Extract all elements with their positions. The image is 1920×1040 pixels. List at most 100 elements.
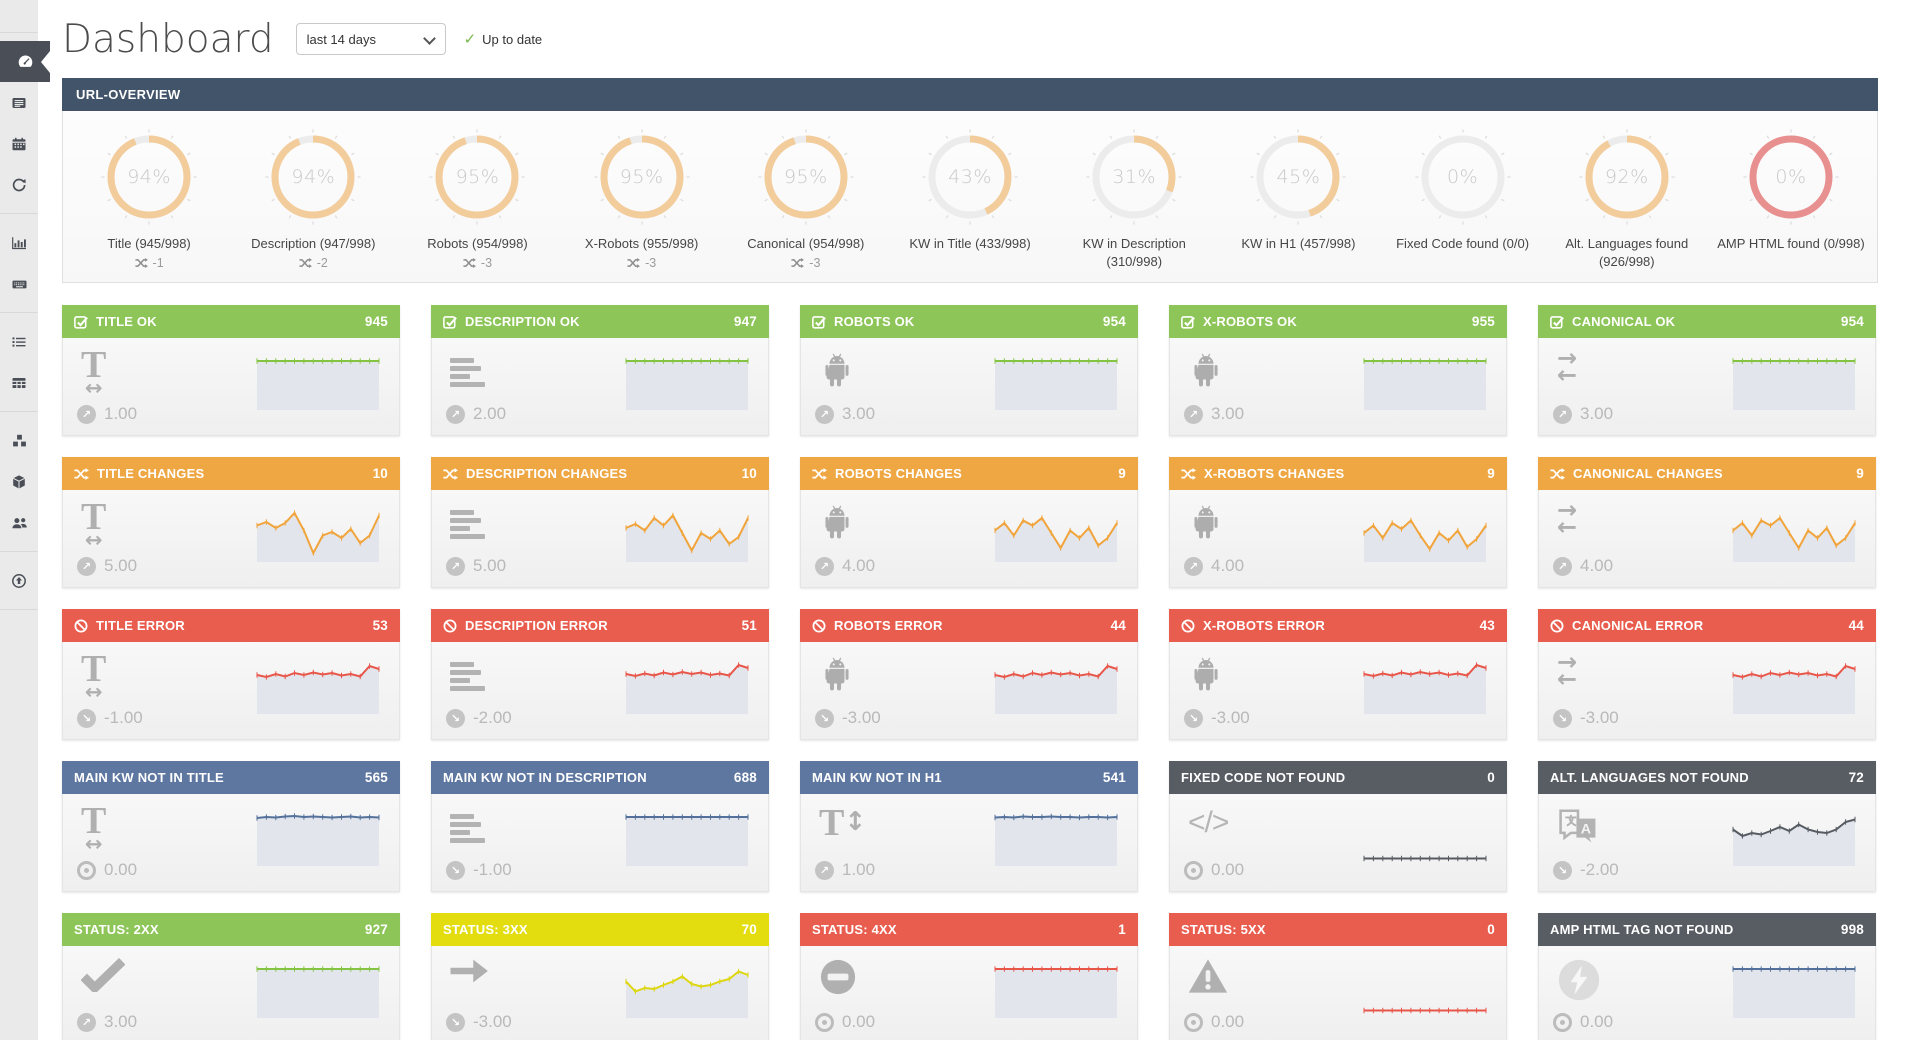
gauge-delta: -3 [463, 256, 492, 270]
trend: ↗ 1.00 [77, 404, 137, 424]
card-robots-ok[interactable]: ROBOTS OK 954 ↗ 3.00 [800, 305, 1138, 437]
bolt-icon [1557, 958, 1601, 1007]
card-header[interactable]: DESCRIPTION ERROR 51 [431, 609, 769, 643]
news-icon [11, 95, 27, 111]
card-title-changes[interactable]: TITLE CHANGES 10 T ↔ ↗ 5.00 [62, 457, 400, 589]
card-header[interactable]: MAIN KW NOT IN DESCRIPTION 688 [431, 761, 769, 795]
sparkline [622, 654, 752, 725]
card-main-kw-not-in-title[interactable]: MAIN KW NOT IN TITLE 565 T ↔ 0.00 [62, 761, 400, 893]
card-header[interactable]: X-ROBOTS CHANGES 9 [1169, 457, 1507, 491]
card-status-5xx[interactable]: STATUS: 5XX 0 0.00 [1169, 913, 1507, 1040]
card-title: MAIN KW NOT IN DESCRIPTION [443, 770, 647, 786]
card-canonical-changes[interactable]: CANONICAL CHANGES 9 → ← ↗ 4.00 [1538, 457, 1876, 589]
card-header[interactable]: STATUS: 2XX 927 [62, 913, 400, 947]
card-x-robots-error[interactable]: X-ROBOTS ERROR 43 ↘ -3.00 [1169, 609, 1507, 741]
card-status-4xx[interactable]: STATUS: 4XX 1 0.00 [800, 913, 1138, 1040]
card-canonical-error[interactable]: CANONICAL ERROR 44 → ← ↘ -3.00 [1538, 609, 1876, 741]
card-description-changes[interactable]: DESCRIPTION CHANGES 10 ↗ 5.00 [431, 457, 769, 589]
card-header[interactable]: DESCRIPTION OK 947 [431, 305, 769, 339]
sparkline [1360, 350, 1490, 421]
card-body: ↘ -3.00 [800, 642, 1138, 741]
card-value: 541 [1102, 770, 1126, 786]
trend-down-icon: ↘ [815, 708, 834, 728]
card-description-ok[interactable]: DESCRIPTION OK 947 ↗ 2.00 [431, 305, 769, 437]
sidebar-item-upload[interactable] [0, 560, 38, 601]
card-main-kw-not-in-h1[interactable]: MAIN KW NOT IN H1 541 T ↕ ↗ 1.00 [800, 761, 1138, 893]
gauge-ring: 95% [758, 129, 854, 225]
trend: ↗ 5.00 [446, 556, 506, 576]
card-header[interactable]: AMP HTML TAG NOT FOUND 998 [1538, 913, 1876, 947]
sidebar-item-cube[interactable] [0, 461, 38, 502]
card-x-robots-ok[interactable]: X-ROBOTS OK 955 ↗ 3.00 [1169, 305, 1507, 437]
sidebar-item-sync[interactable] [0, 164, 38, 205]
card-alt-languages-not-found[interactable]: ALT. LANGUAGES NOT FOUND 72 A ↘ -2.00 [1538, 761, 1876, 893]
align-left-icon [450, 502, 485, 540]
gauge-title-945-998: 94% Title (945/998) -1 [67, 125, 231, 270]
gauge-ring: 43% [922, 129, 1018, 225]
card-header[interactable]: ALT. LANGUAGES NOT FOUND 72 [1538, 761, 1876, 795]
gauge-label: X-Robots (955/998) [584, 236, 699, 251]
card-amp-html-tag-not-found[interactable]: AMP HTML TAG NOT FOUND 998 0.00 [1538, 913, 1876, 1040]
card-header[interactable]: MAIN KW NOT IN TITLE 565 [62, 761, 400, 795]
trend: ↘ -2.00 [446, 708, 512, 728]
sidebar-item-table[interactable] [0, 362, 38, 403]
card-status-2xx[interactable]: STATUS: 2XX 927 ↗ 3.00 [62, 913, 400, 1040]
exchange-icon: → ← [1557, 496, 1578, 542]
gauge-alt-languages-found-926-998: 92% Alt. Languages found (926/998) [1545, 125, 1709, 270]
sparkline [991, 350, 1121, 421]
card-canonical-ok[interactable]: CANONICAL OK 954 → ← ↗ 3.00 [1538, 305, 1876, 437]
sidebar-item-keyboard[interactable] [0, 263, 38, 304]
sidebar-item-cubes[interactable] [0, 420, 38, 461]
card-title: STATUS: 2XX [74, 922, 159, 938]
trend-up-icon: ↗ [1184, 556, 1203, 576]
card-header[interactable]: ROBOTS OK 954 [800, 305, 1138, 339]
sparkline [253, 654, 383, 725]
card-header[interactable]: STATUS: 3XX 70 [431, 913, 769, 947]
card-main-kw-not-in-description[interactable]: MAIN KW NOT IN DESCRIPTION 688 ↘ -1.00 [431, 761, 769, 893]
gauge-robots-954-998: 95% Robots (954/998) -3 [395, 125, 559, 270]
card-header[interactable]: FIXED CODE NOT FOUND 0 [1169, 761, 1507, 795]
card-header[interactable]: CANONICAL OK 954 [1538, 305, 1876, 339]
gauge-label: Alt. Languages found (926/998) [1565, 236, 1689, 269]
card-header[interactable]: TITLE ERROR 53 [62, 609, 400, 643]
card-robots-error[interactable]: ROBOTS ERROR 44 ↘ -3.00 [800, 609, 1138, 741]
shuffle-icon [812, 467, 827, 480]
card-description-error[interactable]: DESCRIPTION ERROR 51 ↘ -2.00 [431, 609, 769, 741]
sidebar-item-dashboard[interactable] [0, 41, 50, 82]
trend-value: 1.00 [104, 404, 138, 424]
card-header[interactable]: CANONICAL CHANGES 9 [1538, 457, 1876, 491]
card-header[interactable]: TITLE CHANGES 10 [62, 457, 400, 491]
card-title: DESCRIPTION OK [465, 314, 580, 330]
sidebar-item-news[interactable] [0, 82, 38, 123]
card-header[interactable]: TITLE OK 945 [62, 305, 400, 339]
card-header[interactable]: MAIN KW NOT IN H1 541 [800, 761, 1138, 795]
card-header[interactable]: ROBOTS CHANGES 9 [800, 457, 1138, 491]
card-header[interactable]: DESCRIPTION CHANGES 10 [431, 457, 769, 491]
card-status-3xx[interactable]: STATUS: 3XX 70 ↘ -3.00 [431, 913, 769, 1040]
date-range-select[interactable]: last 14 days [295, 23, 446, 55]
sidebar-item-calendar[interactable] [0, 123, 38, 164]
sidebar-item-list[interactable] [0, 321, 38, 362]
trend-value: -1.00 [473, 860, 512, 880]
exchange-icon: → ← [1557, 648, 1578, 694]
sidebar-item-users[interactable] [0, 502, 38, 543]
card-body: ↗ 4.00 [800, 490, 1138, 589]
sidebar-item-bar-chart[interactable] [0, 222, 38, 263]
card-header[interactable]: X-ROBOTS ERROR 43 [1169, 609, 1507, 643]
card-robots-changes[interactable]: ROBOTS CHANGES 9 ↗ 4.00 [800, 457, 1138, 589]
card-header[interactable]: ROBOTS ERROR 44 [800, 609, 1138, 643]
card-header[interactable]: STATUS: 5XX 0 [1169, 913, 1507, 947]
gauge-percent: 43% [948, 166, 992, 188]
card-header[interactable]: X-ROBOTS OK 955 [1169, 305, 1507, 339]
card-value: 998 [1840, 922, 1864, 938]
ban-icon [74, 619, 88, 633]
card-header[interactable]: CANONICAL ERROR 44 [1538, 609, 1876, 643]
card-header[interactable]: STATUS: 4XX 1 [800, 913, 1138, 947]
card-title-ok[interactable]: TITLE OK 945 T ↔ ↗ 1.00 [62, 305, 400, 437]
card-title: CANONICAL OK [1572, 314, 1676, 330]
trend-value: 0.00 [104, 860, 138, 880]
card-title-error[interactable]: TITLE ERROR 53 T ↔ ↘ -1.00 [62, 609, 400, 741]
card-fixed-code-not-found[interactable]: FIXED CODE NOT FOUND 0 </> 0.00 [1169, 761, 1507, 893]
card-x-robots-changes[interactable]: X-ROBOTS CHANGES 9 ↗ 4.00 [1169, 457, 1507, 589]
card-value: 43 [1479, 618, 1495, 634]
